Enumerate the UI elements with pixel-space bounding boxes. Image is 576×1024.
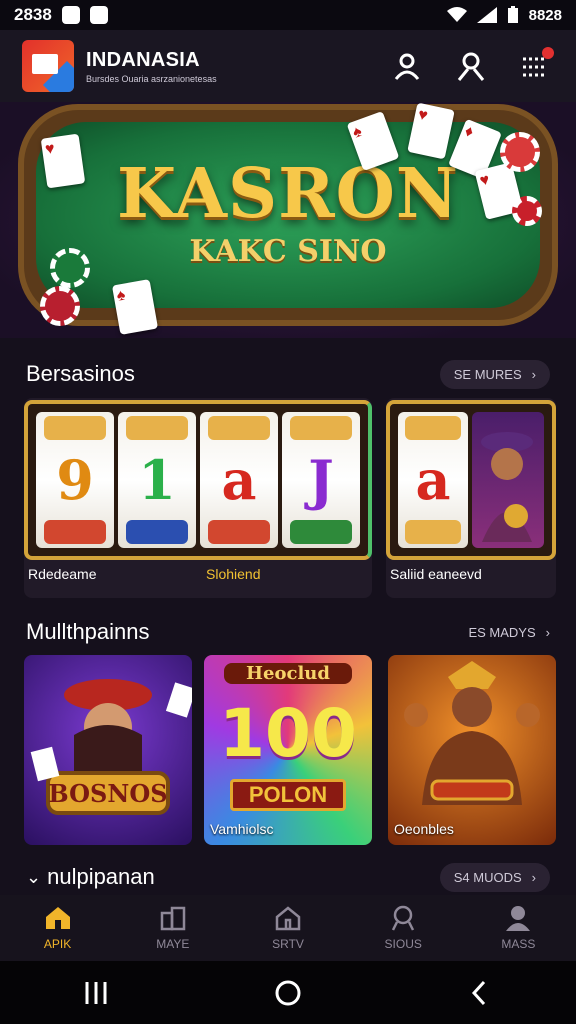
game-tile[interactable]: Heoclud 100 POLON Vamhiolsc bbox=[204, 655, 372, 845]
slot-reel: a bbox=[200, 412, 278, 548]
battery-icon bbox=[507, 6, 518, 23]
account-button[interactable] bbox=[388, 47, 426, 85]
slot-reel: a bbox=[398, 412, 468, 548]
casino-chip bbox=[512, 196, 542, 226]
search-icon bbox=[392, 905, 415, 931]
nav-item-building[interactable]: MAYE bbox=[115, 895, 230, 961]
slot-game-label: Slohiend bbox=[206, 566, 261, 582]
section-title: nulpipanan bbox=[47, 864, 155, 889]
casino-chip bbox=[40, 286, 80, 326]
slot-game-card[interactable]: 9 1 a J Rdedeame Slohiend bbox=[24, 398, 372, 598]
status-right-text: 8828 bbox=[528, 6, 562, 24]
game-banner: POLON bbox=[230, 779, 346, 811]
chevron-right-icon: › bbox=[545, 624, 550, 640]
game-title: BOSNOS bbox=[48, 779, 168, 808]
signal-icon bbox=[476, 7, 497, 23]
chevron-right-icon: › bbox=[531, 366, 536, 382]
slot-game-card[interactable]: a Saliid eaneevd bbox=[386, 398, 556, 598]
slot-reel: J bbox=[282, 412, 360, 548]
see-more-button[interactable]: SE MURES › bbox=[439, 359, 550, 389]
chevron-right-icon: › bbox=[531, 869, 536, 885]
character-portrait bbox=[472, 412, 544, 548]
see-more-button[interactable]: S4 MUODS › bbox=[439, 862, 550, 892]
see-more-button[interactable]: ES MADYS › bbox=[468, 625, 550, 640]
status-bar: 2838 8828 bbox=[0, 0, 576, 30]
user-search-icon bbox=[457, 52, 485, 81]
slot-game-label: Rdedeame bbox=[28, 566, 97, 582]
playing-card: ♥ bbox=[40, 133, 86, 189]
game-title: 100 bbox=[219, 695, 357, 772]
nav-item-home[interactable]: APIK bbox=[0, 895, 115, 961]
section-title: Mullthpainns bbox=[26, 619, 150, 644]
game-tile-label: Vamhiolsc bbox=[210, 821, 274, 837]
system-navigation bbox=[0, 961, 576, 1024]
casino-chip bbox=[500, 132, 540, 172]
wifi-icon bbox=[446, 7, 467, 22]
user-icon bbox=[394, 53, 420, 80]
section-header-third: ⌄ nulpipanan S4 MUODS › bbox=[0, 857, 576, 897]
recent-apps-icon[interactable] bbox=[82, 980, 110, 1006]
back-icon[interactable] bbox=[466, 979, 494, 1007]
app-logo[interactable] bbox=[22, 40, 74, 92]
game-tile[interactable]: BOSNOS bbox=[24, 655, 192, 845]
building-icon bbox=[160, 906, 186, 931]
casino-chip bbox=[50, 248, 90, 288]
game-artwork bbox=[404, 661, 540, 805]
hero-banner[interactable]: KASRON KAKC SINO ♥ ♠ ♥ ♦ ♥ ♠ bbox=[0, 102, 576, 338]
status-time: 2838 bbox=[14, 5, 52, 24]
brand-subtitle: Bursdes Ouaria asrzanionetesas bbox=[86, 73, 217, 84]
slot-reel: 9 bbox=[36, 412, 114, 548]
bottom-navigation: APIK MAYE SRTV SIOUS MASS bbox=[0, 895, 576, 961]
section-title: Bersasinos bbox=[26, 361, 135, 386]
notification-badge bbox=[542, 47, 554, 59]
menu-button[interactable] bbox=[516, 47, 554, 85]
house-icon bbox=[275, 906, 301, 931]
home-circle-icon[interactable] bbox=[274, 979, 302, 1007]
nav-item-search[interactable]: SIOUS bbox=[346, 895, 461, 961]
slot-reel: 1 bbox=[118, 412, 196, 548]
section-header-slots: Bersasinos SE MURES › bbox=[0, 354, 576, 394]
game-top-banner: Heoclud bbox=[224, 663, 352, 684]
game-tile[interactable]: Oeonbles bbox=[388, 655, 556, 845]
chevron-down-icon: ⌄ bbox=[26, 866, 42, 887]
profile-icon bbox=[506, 906, 531, 931]
game-tile-label: Oeonbles bbox=[394, 821, 454, 837]
notification-icon bbox=[61, 6, 80, 24]
slot-game-label: Saliid eaneevd bbox=[390, 566, 482, 582]
app-header: INDANASIA Bursdes Ouaria asrzanionetesas bbox=[0, 30, 576, 102]
nav-item-house[interactable]: SRTV bbox=[230, 895, 345, 961]
notification-icon-2 bbox=[89, 6, 108, 24]
game-artwork bbox=[30, 679, 192, 815]
section-header-multi: Mullthpainns ES MADYS › bbox=[0, 612, 576, 652]
profile-button[interactable] bbox=[452, 47, 490, 85]
brand-name: INDANASIA bbox=[86, 48, 200, 71]
home-icon bbox=[45, 907, 70, 929]
nav-item-profile[interactable]: MASS bbox=[461, 895, 576, 961]
